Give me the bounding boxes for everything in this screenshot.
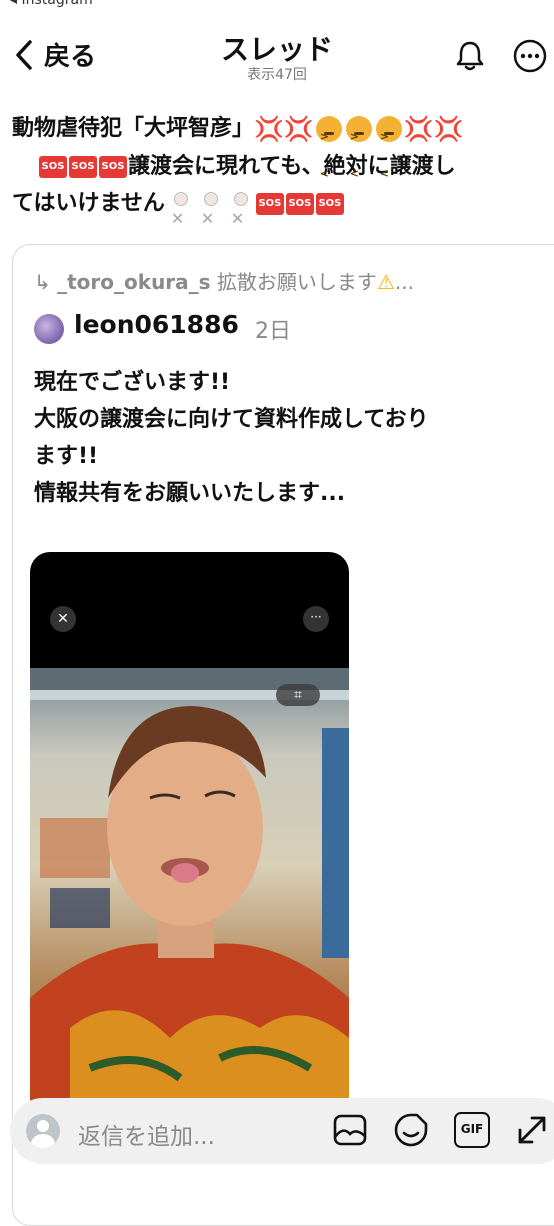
status-app-back[interactable]: ◂ Instagram: [10, 0, 93, 8]
angry-face-icon: [345, 116, 372, 192]
gif-label: GIF: [460, 1122, 484, 1136]
post-line-2: SOS SOS SOS 譲渡会に現れても、絶対に譲渡し: [12, 148, 552, 185]
bell-icon[interactable]: [452, 38, 488, 74]
no-gesture-icon: [227, 190, 253, 237]
reply-input[interactable]: 返信を追加...: [78, 1117, 215, 1151]
photo-scene: [30, 668, 349, 1108]
sos-icon: SOS: [69, 155, 97, 178]
repost-ellipsis: ...: [394, 270, 414, 294]
image-icon[interactable]: [332, 1112, 368, 1148]
post-line-2-text: 譲渡会に現れても、絶対に譲渡し: [128, 153, 456, 179]
post-line-3: てはいけませんSOSSOSSOS: [12, 185, 552, 237]
sos-icon: SOS: [99, 155, 127, 178]
expand-icon[interactable]: [514, 1112, 550, 1148]
gif-icon[interactable]: GIF: [454, 1112, 490, 1148]
post-line-3-text: てはいけません: [12, 190, 165, 216]
anger-icon: 💢: [254, 114, 284, 143]
sticker-icon[interactable]: [393, 1112, 429, 1148]
repost-arrow-icon: ↳: [34, 270, 51, 294]
anger-icon: 💢: [283, 114, 314, 143]
avatar[interactable]: [34, 314, 64, 344]
no-gesture-icon: [197, 190, 223, 237]
sos-icon: SOS: [255, 192, 284, 215]
repost-line[interactable]: ↳ _toro_okura_s 拡散お願いします⚠...: [34, 266, 414, 295]
quoted-line: ます!!: [34, 444, 99, 469]
quoted-line: 情報共有をお願いいたします...: [34, 481, 346, 506]
quoted-body: 現在でございます!! 大阪の譲渡会に向けて資料作成しており ます!! 情報共有を…: [34, 364, 534, 512]
more-icon[interactable]: ···: [303, 606, 329, 632]
quoted-line: 現在でございます!!: [34, 370, 231, 395]
post-line-1: 動物虐待犯「大坪智彦」💢💢💢💢: [12, 110, 552, 193]
post-text: 動物虐待犯「大坪智彦」💢💢💢💢 SOSSOSSOS譲渡会に現れても、絶対に譲渡し…: [12, 110, 552, 237]
angry-face-icon: [315, 116, 342, 192]
warning-icon: ⚠: [376, 270, 395, 294]
crop-icon[interactable]: ⌗: [276, 684, 320, 706]
sos-icon: SOS: [39, 155, 67, 178]
angry-face-icon: [375, 116, 402, 192]
avatar: [26, 1114, 60, 1148]
post-line-1-text: 動物虐待犯「大坪智彦」: [12, 116, 255, 141]
repost-text: 拡散お願いします: [216, 270, 377, 294]
more-icon[interactable]: [512, 38, 548, 74]
quoted-line: 大阪の譲渡会に向けて資料作成しており: [34, 407, 429, 432]
post-age: 2日: [255, 319, 291, 344]
anger-icon: 💢: [433, 114, 464, 143]
no-gesture-icon: [167, 190, 193, 237]
sos-icon: SOS: [285, 192, 314, 215]
person-photo: [30, 668, 349, 1108]
repost-user: _toro_okura_s: [57, 270, 211, 294]
sos-icon: SOS: [315, 192, 344, 215]
quoted-username[interactable]: leon061886: [74, 310, 239, 339]
close-icon[interactable]: ✕: [50, 606, 76, 632]
anger-icon: 💢: [403, 114, 434, 143]
